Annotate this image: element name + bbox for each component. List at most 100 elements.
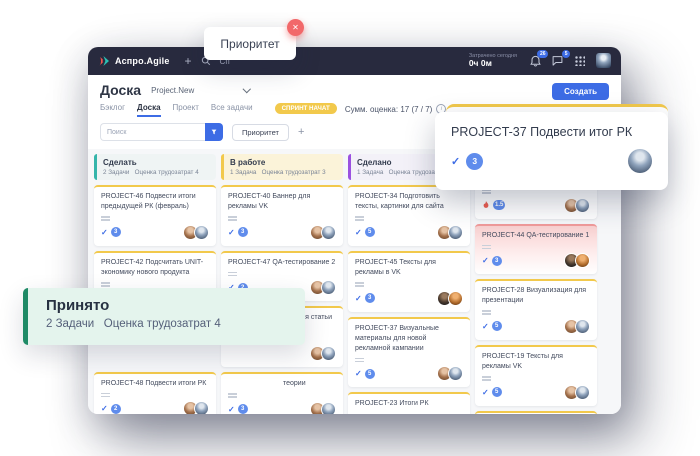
description-icon [355,282,364,284]
assignee-avatars [564,253,590,268]
assignee-avatars [564,319,590,334]
assignee-avatars [437,366,463,381]
notifications-button[interactable]: 26 [530,55,541,67]
description-icon [482,245,491,247]
add-icon[interactable]: + [185,55,192,67]
column-in-progress: В работе 1 Задача Оценка трудозатрат 3 P… [221,154,343,414]
accepted-stats: 2 Задачи Оценка трудозатрат 4 [46,318,305,330]
funnel-icon [211,128,217,136]
task-card[interactable]: теории ✓ 3 [221,372,343,414]
task-card[interactable]: PROJECT-23 Итоги РК ✓ 5 [348,392,470,414]
accepted-tooltip: Принято 2 Задачи Оценка трудозатрат 4 [23,288,305,345]
apps-grid-icon[interactable] [574,55,585,66]
assignee-avatars [437,291,463,306]
avatar [321,402,336,414]
check-icon: ✓ [101,404,108,413]
check-icon: ✓ [228,228,235,237]
avatar [321,280,336,295]
task-title: PROJECT-37 Визуальные материалы для ново… [355,324,463,354]
description-icon [228,272,237,274]
time-value: 0ч 0м [469,59,517,68]
logo-icon [98,55,110,67]
assignee-avatars [564,385,590,400]
task-title: PROJECT-47 QA-тестирование 2 [228,258,336,268]
description-icon [355,216,364,218]
task-card[interactable]: PROJECT-19 Тексты для рекламы VK ✓ 5 [475,345,597,406]
tab-backlog[interactable]: Бэклог [100,103,125,117]
column-stats: 1 Задача Оценка трудозатрат 3 [230,169,337,176]
messages-button[interactable]: 5 [552,55,563,66]
check-icon: ✓ [101,228,108,237]
estimate-badge: 3 [466,153,483,170]
summary-score: Сумм. оценка: 17 (7 / 7) i [345,104,447,114]
task-title: PROJECT-46 Подвести итоги предыдущей РК … [101,192,209,212]
description-icon [101,282,110,284]
user-avatar[interactable] [596,53,611,68]
close-icon[interactable]: ✕ [287,19,304,36]
assignee-avatars [310,280,336,295]
avatar [448,291,463,306]
check-icon: ✓ [451,155,460,168]
task-title: PROJECT-40 Баннер для рекламы VK [228,192,336,212]
tab-board[interactable]: Доска [137,103,160,117]
task-card-preview[interactable]: PROJECT-37 Подвести итог РК ✓ 3 [435,112,668,190]
project-select[interactable]: Project.New [151,86,249,95]
task-card-highlighted[interactable]: PROJECT-44 QA-тестирование 1 ✓ 3 [475,224,597,275]
create-button[interactable]: Создать [552,83,609,100]
avatar [321,225,336,240]
tab-all-tasks[interactable]: Все задачи [211,103,253,117]
check-icon: ✓ [482,388,489,397]
project-name: Project.New [151,86,194,95]
task-title: PROJECT-44 QA-тестирование 1 [482,231,590,241]
app-logo[interactable]: Аспро.Agile [98,55,170,67]
add-filter-button[interactable]: + [298,126,304,138]
app-window: Аспро.Agile + Сп Затрачено сегодня 0ч 0м… [88,47,621,414]
assignee-avatars [310,225,336,240]
column-header-in-progress[interactable]: В работе 1 Задача Оценка трудозатрат 3 [221,154,343,180]
avatar [575,319,590,334]
column-header-todo[interactable]: Сделать 2 Задачи Оценка трудозатрат 4 [94,154,216,180]
task-card[interactable]: PROJECT-37 Визуальные материалы для ново… [348,317,470,388]
task-title: теории [228,379,336,389]
filter-button[interactable] [205,123,223,141]
column-title: Сделать [103,158,210,167]
check-icon: ✓ [482,256,489,265]
assignee-avatars [564,198,590,213]
estimate-badge: 3 [492,256,502,266]
estimate-badge: 5 [492,387,502,397]
column-title: В работе [230,158,337,167]
estimate-badge: 5 [365,369,375,379]
fire-icon [482,201,490,210]
avatar [575,385,590,400]
estimate-badge: 1.5 [493,200,505,210]
summary-text: Сумм. оценка: 17 (7 / 7) [345,105,433,114]
task-card[interactable]: PROJECT-28 Визуализация для презентации … [475,279,597,340]
avatar [575,198,590,213]
description-icon [482,310,491,312]
avatar [448,225,463,240]
description-icon [101,216,110,218]
search-input[interactable] [100,123,205,141]
preview-title: PROJECT-37 Подвести итог РК [451,125,652,139]
estimate-badge: 3 [111,227,121,237]
task-card[interactable]: PROJECT-34 Подготовить тексты, картинки … [348,185,470,246]
task-title: PROJECT-45 Тексты для рекламы в VK [355,258,463,278]
estimate-badge: 3 [238,404,248,414]
tab-project[interactable]: Проект [173,103,199,117]
task-card[interactable]: PROJECT-48 Подвести итоги РК ✓ 2 [94,372,216,414]
estimate-badge: 3 [238,227,248,237]
assignee-avatars [310,402,336,414]
estimate-badge: 3 [365,293,375,303]
description-icon [228,216,237,218]
task-title: PROJECT-42 Подсчитать UNIT-экономику нов… [101,258,209,278]
chat-icon [552,55,563,66]
column-done: Сделано 1 Задача Оценка трудозатрат PROJ… [348,154,470,414]
task-card[interactable]: PROJECT-46 Подвести итоги предыдущей РК … [94,185,216,246]
task-card[interactable]: PROJECT-40 Баннер для рекламы VK ✓ 3 [221,185,343,246]
priority-filter-chip[interactable]: Приоритет [232,124,289,141]
topbar: Аспро.Agile + Сп Затрачено сегодня 0ч 0м… [88,47,621,75]
task-card[interactable]: PROJECT-16 Подвести итоги РК [475,411,597,414]
sprint-status-badge: СПРИНТ НАЧАТ [275,103,337,114]
avatar [575,253,590,268]
task-card[interactable]: PROJECT-45 Тексты для рекламы в VK ✓ 3 [348,251,470,312]
